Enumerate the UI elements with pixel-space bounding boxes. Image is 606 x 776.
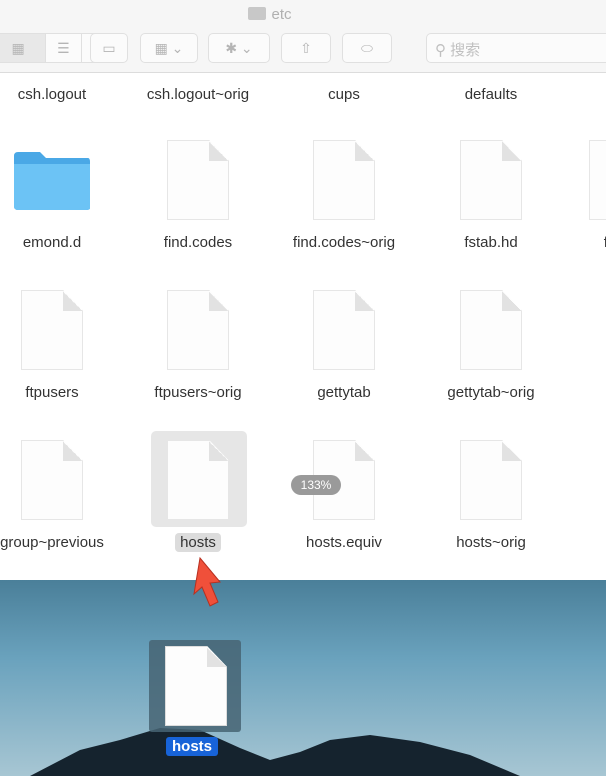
file-item[interactable]: hosts.equiv (271, 533, 417, 552)
file-item[interactable]: fstab (547, 233, 606, 252)
file-item[interactable]: find.codes~orig (271, 233, 417, 252)
search-input[interactable]: ⚲ 搜索 (426, 33, 606, 63)
file-icon[interactable] (167, 140, 229, 220)
file-label: fstab (603, 234, 606, 251)
file-label: ftpusers (25, 384, 79, 401)
file-label: hosts (175, 533, 221, 552)
file-label: gettytab~orig (447, 384, 535, 401)
file-label: gettytab (317, 384, 371, 401)
file-item[interactable]: hosts~orig (418, 533, 564, 552)
dragged-file[interactable] (149, 640, 241, 732)
tag-button[interactable]: ⬭ (342, 33, 392, 63)
file-icon[interactable] (313, 140, 375, 220)
file-label: defaults (464, 86, 518, 103)
group-button[interactable]: ▦ ⌄ (140, 33, 198, 63)
share-icon: ⇧ (300, 39, 312, 56)
file-item[interactable]: cups (271, 85, 417, 104)
file-icon (165, 646, 227, 726)
file-label: emond.d (22, 234, 82, 251)
group-icon: ▦ (154, 39, 168, 56)
file-label: csh.logout (17, 86, 87, 103)
mountain-silhouette (30, 728, 520, 776)
file-item[interactable]: group~previous (0, 533, 125, 552)
file-icon[interactable] (21, 440, 83, 520)
finder-window: etc ▦ ☰ ▥ ▭ ▦ ⌄ ✱ ⌄ ⇧ ⬭ ⚲ 搜索 csh.logout c… (0, 0, 606, 580)
search-icon: ⚲ (435, 42, 446, 59)
file-item[interactable]: dn (547, 85, 606, 104)
file-item[interactable]: defaults (418, 85, 564, 104)
file-label: hosts~orig (456, 534, 526, 551)
icon-view-button[interactable]: ▦ (0, 34, 47, 62)
toolbar: etc ▦ ☰ ▥ ▭ ▦ ⌄ ✱ ⌄ ⇧ ⬭ ⚲ 搜索 (0, 0, 606, 73)
file-label: ftpusers~orig (154, 384, 242, 401)
file-item[interactable]: ftpusers~orig (125, 383, 271, 402)
window-title: etc (0, 6, 540, 23)
file-item[interactable]: emond.d (0, 233, 125, 252)
file-label: csh.logout~orig (146, 86, 250, 103)
file-item[interactable]: gettytab (271, 383, 417, 402)
file-icon[interactable] (460, 290, 522, 370)
file-item[interactable]: gettytab~orig (418, 383, 564, 402)
file-icon[interactable] (460, 440, 522, 520)
zoom-badge: 133% (291, 475, 341, 495)
file-item[interactable]: hosts (125, 533, 271, 552)
file-icon[interactable] (167, 290, 229, 370)
folder-icon[interactable] (12, 150, 92, 212)
file-item[interactable]: fstab.hd (418, 233, 564, 252)
file-item[interactable]: csh.logout~orig (125, 85, 271, 104)
file-label: group~previous (0, 534, 104, 551)
file-icon[interactable] (589, 140, 606, 220)
arrow-cursor-icon (193, 556, 221, 607)
file-item[interactable]: find.codes (125, 233, 271, 252)
file-label: hosts.equiv (306, 534, 382, 551)
file-label: fstab.hd (464, 234, 518, 251)
tag-icon: ⬭ (361, 39, 373, 56)
list-view-button[interactable]: ☰ (46, 34, 82, 62)
file-item[interactable]: ftpusers (0, 383, 125, 402)
action-button[interactable]: ✱ ⌄ (208, 33, 270, 63)
file-item[interactable]: csh.logout (0, 85, 125, 104)
gear-icon: ✱ (225, 39, 238, 56)
folder-icon (248, 7, 267, 20)
desktop-wallpaper (0, 580, 606, 776)
file-label: cups (328, 86, 360, 103)
gallery-view-button[interactable]: ▭ (90, 33, 128, 63)
file-icon[interactable] (313, 290, 375, 370)
dragged-file-label: hosts (166, 737, 219, 756)
file-label: find.codes (163, 234, 233, 251)
file-icon[interactable] (460, 140, 522, 220)
file-label: find.codes~orig (292, 234, 396, 251)
file-icon[interactable] (167, 440, 229, 520)
share-button[interactable]: ⇧ (281, 33, 331, 63)
file-icon[interactable] (21, 290, 83, 370)
